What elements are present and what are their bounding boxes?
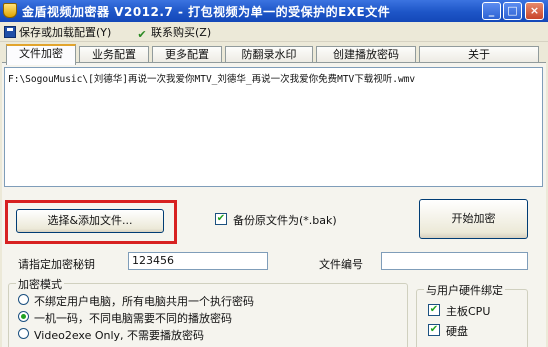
minimize-button[interactable]: _ — [482, 2, 501, 20]
key-label: 请指定加密秘钥 — [18, 258, 95, 271]
floppy-disk-icon — [4, 26, 16, 38]
mode-label-shared: 不绑定用户电脑，所有电脑共用一个执行密码 — [34, 295, 254, 308]
select-add-file-button[interactable]: 选择&添加文件... — [16, 209, 164, 233]
title-bar: 金盾视频加密器 V2012.7 - 打包视频为单一的受保护的EXE文件 _ □ … — [0, 0, 548, 22]
menu-bar: 保存或加载配置(Y) ✔ 联系购买(Z) — [0, 22, 548, 42]
mode-radio-shared[interactable] — [18, 294, 29, 305]
bind-disk-checkbox[interactable]: ✔ — [428, 324, 440, 336]
tab-panel-file-encrypt: F:\SogouMusic\[刘德华]再说一次我爱你MTV_刘德华_再说一次我爱… — [2, 62, 546, 347]
menu-save-load-label: 保存或加载配置(Y) — [19, 26, 112, 39]
file-list-item[interactable]: F:\SogouMusic\[刘德华]再说一次我爱你MTV_刘德华_再说一次我爱… — [8, 71, 415, 85]
file-list[interactable]: F:\SogouMusic\[刘德华]再说一次我爱你MTV_刘德华_再说一次我爱… — [4, 67, 543, 187]
close-button[interactable]: × — [525, 2, 544, 20]
bind-cpu-checkbox[interactable]: ✔ — [428, 304, 440, 316]
tab-file-encrypt[interactable]: 文件加密 — [6, 44, 76, 65]
hardware-binding-title: 与用户硬件绑定 — [424, 282, 505, 298]
file-number-label: 文件编号 — [319, 258, 363, 271]
encrypt-mode-title: 加密模式 — [16, 276, 64, 292]
mode-label-video2exe: Video2exe Only, 不需要播放密码 — [34, 329, 205, 342]
backup-original-checkbox[interactable]: ✔ — [215, 213, 227, 225]
mode-label-per-machine: 一机一码，不同电脑需要不同的播放密码 — [34, 312, 232, 325]
main-client: 文件加密 业务配置 更多配置 防翻录水印 创建播放密码 关于 F:\SogouM… — [0, 42, 548, 347]
mode-radio-per-machine[interactable] — [18, 311, 29, 322]
cart-icon: ✔ — [137, 28, 147, 41]
menu-contact-purchase[interactable]: ✔ 联系购买(Z) — [136, 25, 212, 41]
bind-cpu-label: 主板CPU — [446, 305, 491, 318]
shield-app-icon — [3, 3, 17, 18]
menu-save-load-config[interactable]: 保存或加载配置(Y) — [4, 25, 111, 40]
mode-radio-video2exe[interactable] — [18, 328, 29, 339]
bind-disk-label: 硬盘 — [446, 325, 468, 338]
key-input[interactable]: 123456 — [128, 252, 268, 270]
backup-original-label: 备份原文件为(*.bak) — [233, 214, 337, 227]
window-title: 金盾视频加密器 V2012.7 - 打包视频为单一的受保护的EXE文件 — [22, 5, 391, 19]
start-encrypt-button[interactable]: 开始加密 — [419, 199, 528, 239]
file-number-input[interactable] — [381, 252, 528, 270]
menu-contact-label: 联系购买(Z) — [151, 26, 212, 39]
maximize-button[interactable]: □ — [503, 2, 522, 20]
